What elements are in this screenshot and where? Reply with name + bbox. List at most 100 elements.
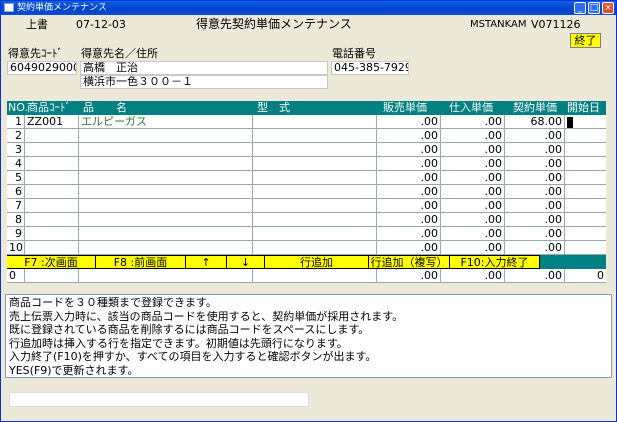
table-row[interactable]: 10.00.00.00: [7, 241, 606, 255]
row-model[interactable]: [253, 115, 377, 128]
row-sale-price[interactable]: .00: [377, 227, 441, 240]
table-row[interactable]: 4.00.00.00: [7, 157, 606, 171]
close-button[interactable]: ×: [602, 2, 614, 14]
row-sale-price[interactable]: .00: [377, 241, 441, 254]
row-sale-price[interactable]: .00: [377, 115, 441, 128]
table-row[interactable]: 9.00.00.00: [7, 227, 606, 241]
minimize-button[interactable]: _: [574, 2, 586, 14]
row-cost-price[interactable]: .00: [441, 129, 505, 142]
input-row[interactable]: 0 .00 .00 .00 0: [7, 269, 606, 283]
row-contract-price[interactable]: .00: [505, 227, 565, 240]
row-start-date[interactable]: [565, 213, 606, 226]
row-product-name[interactable]: [79, 157, 253, 170]
row-contract-price[interactable]: .00: [505, 157, 565, 170]
row-start-date[interactable]: [565, 227, 606, 240]
row-cost-price[interactable]: .00: [441, 157, 505, 170]
row-product-name[interactable]: [79, 129, 253, 142]
row-product-code[interactable]: [25, 143, 79, 156]
row-sale-price[interactable]: .00: [377, 185, 441, 198]
table-row[interactable]: 7.00.00.00: [7, 199, 606, 213]
table-row[interactable]: 6.00.00.00: [7, 185, 606, 199]
row-product-name[interactable]: [79, 241, 253, 254]
row-cost-price[interactable]: .00: [441, 213, 505, 226]
row-model[interactable]: [253, 171, 377, 184]
row-contract-price[interactable]: .00: [505, 185, 565, 198]
table-row[interactable]: 2.00.00.00: [7, 129, 606, 143]
row-product-name[interactable]: [79, 213, 253, 226]
table-row[interactable]: 8.00.00.00: [7, 213, 606, 227]
row-start-date[interactable]: [565, 199, 606, 212]
row-cost-price[interactable]: .00: [441, 199, 505, 212]
row-sale-price[interactable]: .00: [377, 157, 441, 170]
row-model[interactable]: [253, 143, 377, 156]
row-product-code[interactable]: [25, 213, 79, 226]
row-product-code[interactable]: ZZ001: [25, 115, 79, 128]
row-product-code[interactable]: [25, 129, 79, 142]
row-contract-price[interactable]: .00: [505, 213, 565, 226]
table-row[interactable]: 5.00.00.00: [7, 171, 606, 185]
end-button[interactable]: 終了: [570, 33, 601, 48]
row-product-name[interactable]: [79, 171, 253, 184]
customer-code-field[interactable]: 6049029000: [7, 61, 77, 75]
row-product-code[interactable]: [25, 241, 79, 254]
row-start-date[interactable]: [565, 115, 606, 128]
row-cost-price[interactable]: .00: [441, 115, 505, 128]
row-product-code[interactable]: [25, 185, 79, 198]
row-product-code[interactable]: [25, 157, 79, 170]
row-contract-price[interactable]: .00: [505, 171, 565, 184]
row-start-date[interactable]: [565, 241, 606, 254]
row-contract-price[interactable]: .00: [505, 199, 565, 212]
row-sale-price[interactable]: .00: [377, 199, 441, 212]
row-product-name[interactable]: [79, 185, 253, 198]
phone-field[interactable]: 045-385-7929: [331, 61, 409, 75]
row-cost-price[interactable]: .00: [441, 185, 505, 198]
title-bar[interactable]: 契約単価メンテナンス _ □ ×: [1, 1, 616, 15]
row-sale-price[interactable]: .00: [377, 171, 441, 184]
row-product-name[interactable]: [79, 143, 253, 156]
row-start-date[interactable]: [565, 157, 606, 170]
row-product-name[interactable]: エルピーガス: [79, 115, 253, 128]
customer-name-field[interactable]: 高橋 正治: [80, 61, 328, 75]
row-cost-price[interactable]: .00: [441, 227, 505, 240]
row-model[interactable]: [253, 157, 377, 170]
row-model[interactable]: [253, 213, 377, 226]
row-model[interactable]: [253, 185, 377, 198]
down-arrow-button[interactable]: ↓: [227, 255, 265, 269]
customer-address-field[interactable]: 横浜市一色３００－１: [80, 75, 328, 89]
maximize-button[interactable]: □: [588, 2, 600, 14]
row-product-code[interactable]: [25, 227, 79, 240]
row-sale-price[interactable]: .00: [377, 213, 441, 226]
row-start-date[interactable]: [565, 185, 606, 198]
f8-prev-page-button[interactable]: F8 :前画面: [96, 255, 186, 269]
row-product-name[interactable]: [79, 199, 253, 212]
row-product-name[interactable]: [79, 227, 253, 240]
table-row[interactable]: 3.00.00.00: [7, 143, 606, 157]
row-contract-price[interactable]: .00: [505, 241, 565, 254]
f7-next-page-button[interactable]: F7 :次画面: [7, 255, 96, 269]
table-row[interactable]: 1 ZZ001 エルピーガス .00.00 68.00: [7, 115, 606, 129]
row-cost-price[interactable]: .00: [441, 171, 505, 184]
row-cost-price[interactable]: .00: [441, 241, 505, 254]
row-model[interactable]: [253, 129, 377, 142]
row-start-date[interactable]: [565, 129, 606, 142]
row-contract-price[interactable]: .00: [505, 143, 565, 156]
row-contract-price[interactable]: 68.00: [505, 115, 565, 128]
input-row-cost[interactable]: .00: [441, 269, 505, 282]
row-product-code[interactable]: [25, 171, 79, 184]
row-sale-price[interactable]: .00: [377, 129, 441, 142]
row-contract-price[interactable]: .00: [505, 129, 565, 142]
row-start-date[interactable]: [565, 171, 606, 184]
row-cost-price[interactable]: .00: [441, 143, 505, 156]
f10-end-input-button[interactable]: F10:入力終了: [450, 255, 540, 269]
add-row-button[interactable]: 行追加: [265, 255, 369, 269]
input-row-sale[interactable]: .00: [377, 269, 441, 282]
add-row-copy-button[interactable]: 行追加（複写）: [369, 255, 450, 269]
row-model[interactable]: [253, 199, 377, 212]
row-start-date[interactable]: [565, 143, 606, 156]
row-product-code[interactable]: [25, 199, 79, 212]
up-arrow-button[interactable]: ↑: [186, 255, 227, 269]
input-row-contract[interactable]: .00: [505, 269, 565, 282]
input-row-start[interactable]: 0: [565, 269, 606, 282]
row-model[interactable]: [253, 227, 377, 240]
row-sale-price[interactable]: .00: [377, 143, 441, 156]
